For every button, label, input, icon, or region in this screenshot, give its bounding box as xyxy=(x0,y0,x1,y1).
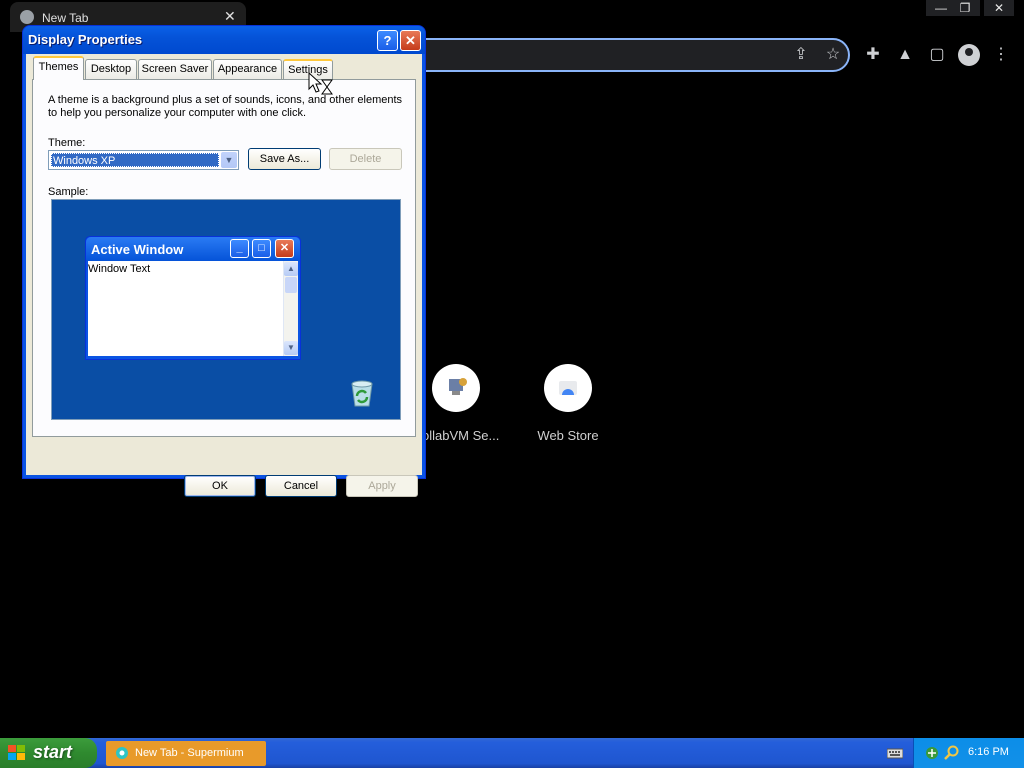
sample-scrollbar: ▲ ▼ xyxy=(283,261,298,356)
shortcut-web-store[interactable]: Web Store xyxy=(513,364,623,454)
supermium-icon xyxy=(115,746,130,760)
apply-button[interactable]: Apply xyxy=(346,475,418,497)
themes-panel: A theme is a background plus a set of so… xyxy=(32,79,416,437)
busy-cursor-icon xyxy=(308,71,334,99)
help-button[interactable]: ? xyxy=(377,30,398,51)
globe-icon xyxy=(20,10,34,24)
sample-minimize-icon: _ xyxy=(230,239,249,258)
close-button[interactable]: ✕ xyxy=(400,30,421,51)
sample-window-title: Active Window xyxy=(91,242,184,257)
web-store-icon xyxy=(544,364,592,412)
save-as-button[interactable]: Save As... xyxy=(248,148,321,170)
star-icon[interactable]: ☆ xyxy=(822,44,844,66)
browser-tab-title: New Tab xyxy=(42,11,89,25)
tab-desktop[interactable]: Desktop xyxy=(85,59,137,79)
theme-label: Theme: xyxy=(48,137,86,149)
scroll-thumb xyxy=(285,277,297,293)
sample-window-content: Window Text ▲ ▼ xyxy=(88,261,298,356)
tab-close-icon[interactable]: ✕ xyxy=(224,8,236,25)
tab-appearance[interactable]: Appearance xyxy=(213,59,282,79)
tab-themes[interactable]: Themes xyxy=(33,56,84,80)
dialog-body: Themes Desktop Screen Saver Appearance S… xyxy=(26,54,422,497)
extensions-icon[interactable]: ✚ xyxy=(862,44,884,66)
close-window-button[interactable]: ✕ xyxy=(984,0,1014,16)
clock: 6:16 PM xyxy=(968,746,1009,758)
dialog-titlebar[interactable]: Display Properties ? ✕ xyxy=(23,26,425,54)
profile-icon[interactable] xyxy=(958,44,980,66)
restore-window-button[interactable]: ❐ xyxy=(950,0,980,16)
sample-maximize-icon: □ xyxy=(252,239,271,258)
sample-label: Sample: xyxy=(48,186,89,198)
theme-dropdown-value: Windows XP xyxy=(51,153,219,167)
scroll-down-icon: ▼ xyxy=(284,341,298,355)
start-label: start xyxy=(33,742,73,762)
system-tray: 6:16 PM xyxy=(913,738,1024,768)
labs-icon[interactable]: ▲ xyxy=(894,44,916,66)
sample-titlebar: Active Window _ □ ✕ xyxy=(86,237,300,261)
taskbar-item-label: New Tab - Supermium xyxy=(135,747,244,759)
shortcut-label: Web Store xyxy=(537,428,599,443)
ok-button[interactable]: OK xyxy=(184,475,256,497)
sample-active-window: Active Window _ □ ✕ Window Text ▲ ▼ xyxy=(85,236,301,360)
dialog-title: Display Properties xyxy=(28,32,143,47)
start-button[interactable]: start xyxy=(0,738,97,768)
scroll-up-icon: ▲ xyxy=(284,262,298,276)
windows-logo-icon xyxy=(8,745,26,761)
theme-description: A theme is a background plus a set of so… xyxy=(48,94,403,119)
sidebar-icon[interactable]: ▢ xyxy=(926,44,948,66)
display-properties-dialog: Display Properties ? ✕ Themes Desktop Sc… xyxy=(23,26,425,497)
cancel-button[interactable]: Cancel xyxy=(265,475,337,497)
recycle-bin-icon xyxy=(348,378,376,408)
taskbar-item-supermium[interactable]: New Tab - Supermium xyxy=(106,741,266,766)
sample-window-text: Window Text xyxy=(88,263,151,275)
theme-sample-preview: Active Window _ □ ✕ Window Text ▲ ▼ xyxy=(51,199,401,420)
address-bar[interactable] xyxy=(400,38,850,72)
search-icon[interactable] xyxy=(944,745,960,764)
share-icon[interactable]: ⇪ xyxy=(790,44,812,66)
taskbar: start New Tab - Supermium 6:16 PM xyxy=(0,738,1024,768)
theme-dropdown[interactable]: Windows XP ▼ xyxy=(48,150,239,170)
network-icon[interactable] xyxy=(924,745,940,764)
chevron-down-icon[interactable]: ▼ xyxy=(221,152,237,168)
tab-screen-saver[interactable]: Screen Saver xyxy=(138,59,212,79)
delete-button[interactable]: Delete xyxy=(329,148,402,170)
collabvm-icon xyxy=(432,364,480,412)
sample-close-icon: ✕ xyxy=(275,239,294,258)
menu-icon[interactable]: ⋮ xyxy=(990,44,1012,66)
keyboard-icon[interactable] xyxy=(886,747,904,759)
